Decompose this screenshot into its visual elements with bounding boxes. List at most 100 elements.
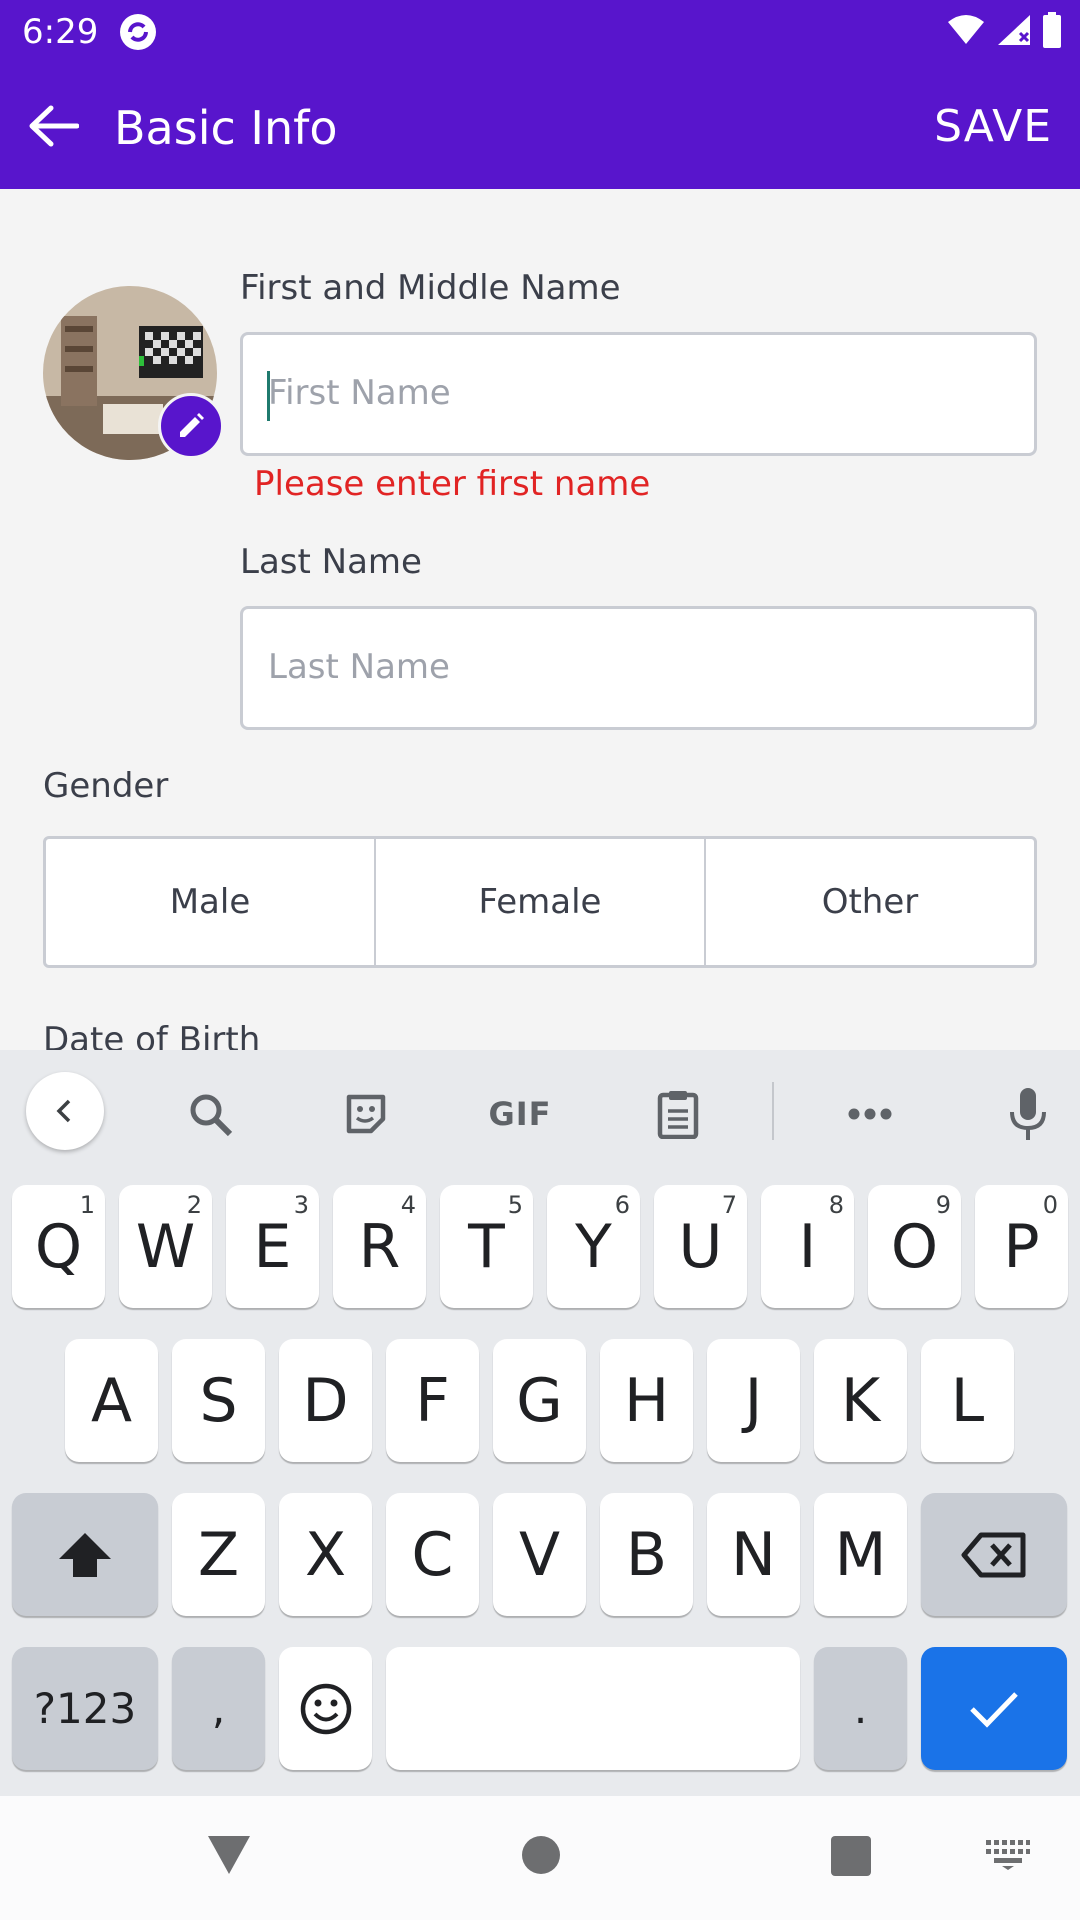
backspace-icon	[961, 1532, 1026, 1577]
arrow-left-icon	[29, 105, 79, 147]
key-s[interactable]: S	[172, 1339, 265, 1462]
key-j[interactable]: J	[707, 1339, 800, 1462]
key-z[interactable]: Z	[172, 1493, 265, 1616]
gif-label: GIF	[488, 1095, 552, 1133]
key-n[interactable]: N	[707, 1493, 800, 1616]
key-label: O	[890, 1211, 939, 1282]
key-label: R	[358, 1211, 401, 1282]
key-a[interactable]: A	[65, 1339, 158, 1462]
gender-label: Gender	[43, 766, 169, 806]
key-hint: 1	[79, 1191, 95, 1219]
last-name-label: Last Name	[240, 542, 422, 582]
app-notification-icon	[120, 14, 156, 50]
key-k[interactable]: K	[814, 1339, 907, 1462]
gender-option-male[interactable]: Male	[46, 839, 374, 965]
back-button[interactable]	[22, 95, 84, 157]
battery-icon	[1043, 12, 1061, 48]
app-bar: Basic Info SAVE	[0, 63, 1080, 189]
toolbar-divider	[772, 1082, 774, 1140]
clipboard-icon	[657, 1091, 699, 1139]
key-t[interactable]: T5	[440, 1185, 533, 1308]
status-bar: 6:29	[0, 0, 1080, 63]
key-w[interactable]: W2	[119, 1185, 212, 1308]
key-label: U	[678, 1211, 723, 1282]
backspace-key[interactable]	[921, 1493, 1067, 1616]
microphone-icon	[1010, 1088, 1046, 1140]
key-label: T	[468, 1211, 505, 1282]
key-p[interactable]: P0	[975, 1185, 1068, 1308]
check-icon	[970, 1691, 1018, 1728]
save-button[interactable]: SAVE	[934, 101, 1052, 152]
period-key[interactable]: .	[814, 1647, 907, 1770]
key-hint: 7	[721, 1191, 737, 1219]
key-d[interactable]: D	[279, 1339, 372, 1462]
key-m[interactable]: M	[814, 1493, 907, 1616]
key-v[interactable]: V	[493, 1493, 586, 1616]
system-nav-bar	[0, 1796, 1080, 1920]
shift-key[interactable]	[12, 1493, 158, 1616]
key-q[interactable]: Q1	[12, 1185, 105, 1308]
key-i[interactable]: I8	[761, 1185, 854, 1308]
key-b[interactable]: B	[600, 1493, 693, 1616]
keyboard-sticker-button[interactable]	[338, 1086, 394, 1142]
key-hint: 2	[186, 1191, 202, 1219]
key-u[interactable]: U7	[654, 1185, 747, 1308]
more-horiz-icon	[848, 1108, 892, 1120]
sticker-icon	[346, 1094, 386, 1134]
soft-keyboard: GIF Q1 W2 E3 R4 T5 Y6 U7 I8 O9 P0 A S D …	[0, 1050, 1080, 1796]
key-label: Q	[34, 1211, 83, 1282]
key-x[interactable]: X	[279, 1493, 372, 1616]
key-label: Y	[575, 1211, 612, 1282]
first-name-error: Please enter first name	[254, 464, 651, 504]
emoji-key[interactable]	[279, 1647, 372, 1770]
status-time: 6:29	[22, 12, 99, 52]
key-hint: 0	[1042, 1191, 1058, 1219]
collapse-toolbar-button[interactable]	[26, 1072, 104, 1150]
key-hint: 5	[507, 1191, 523, 1219]
gender-option-female[interactable]: Female	[374, 839, 704, 965]
chevron-left-icon	[56, 1099, 71, 1123]
last-name-input[interactable]: Last Name	[240, 606, 1037, 730]
status-icons	[946, 12, 1062, 48]
shift-icon	[59, 1532, 111, 1577]
first-name-input[interactable]: First Name	[240, 332, 1037, 456]
nav-recents-button[interactable]	[831, 1836, 871, 1876]
key-l[interactable]: L	[921, 1339, 1014, 1462]
key-hint: 6	[614, 1191, 630, 1219]
key-h[interactable]: H	[600, 1339, 693, 1462]
key-label: W	[135, 1211, 196, 1282]
gender-selector: Male Female Other	[43, 836, 1037, 968]
pencil-icon	[180, 413, 204, 437]
keyboard-search-button[interactable]	[182, 1086, 238, 1142]
gender-option-other[interactable]: Other	[704, 839, 1034, 965]
done-key[interactable]	[921, 1647, 1067, 1770]
keyboard-more-button[interactable]	[842, 1086, 898, 1142]
key-c[interactable]: C	[386, 1493, 479, 1616]
edit-avatar-button[interactable]	[158, 393, 224, 459]
keyboard-gif-button[interactable]: GIF	[484, 1086, 556, 1142]
key-y[interactable]: Y6	[547, 1185, 640, 1308]
symbols-key[interactable]: ?123	[12, 1647, 158, 1770]
search-icon	[190, 1094, 233, 1137]
key-e[interactable]: E3	[226, 1185, 319, 1308]
nav-home-button[interactable]	[522, 1836, 560, 1874]
text-cursor	[267, 371, 270, 421]
keyboard-mic-button[interactable]	[1000, 1086, 1056, 1142]
first-name-label: First and Middle Name	[240, 268, 621, 308]
key-hint: 4	[400, 1191, 416, 1219]
key-g[interactable]: G	[493, 1339, 586, 1462]
comma-key[interactable]: ,	[172, 1647, 265, 1770]
key-hint: 8	[828, 1191, 844, 1219]
key-o[interactable]: O9	[868, 1185, 961, 1308]
key-r[interactable]: R4	[333, 1185, 426, 1308]
space-key[interactable]	[386, 1647, 800, 1770]
key-f[interactable]: F	[386, 1339, 479, 1462]
page-title: Basic Info	[114, 101, 338, 155]
nav-back-icon[interactable]	[206, 1832, 252, 1878]
keyboard-switch-icon[interactable]	[986, 1840, 1030, 1870]
keyboard-clipboard-button[interactable]	[650, 1086, 706, 1142]
key-hint: 9	[935, 1191, 951, 1219]
first-name-placeholder: First Name	[268, 373, 451, 413]
emoji-icon	[300, 1683, 351, 1734]
key-hint: 3	[293, 1191, 309, 1219]
